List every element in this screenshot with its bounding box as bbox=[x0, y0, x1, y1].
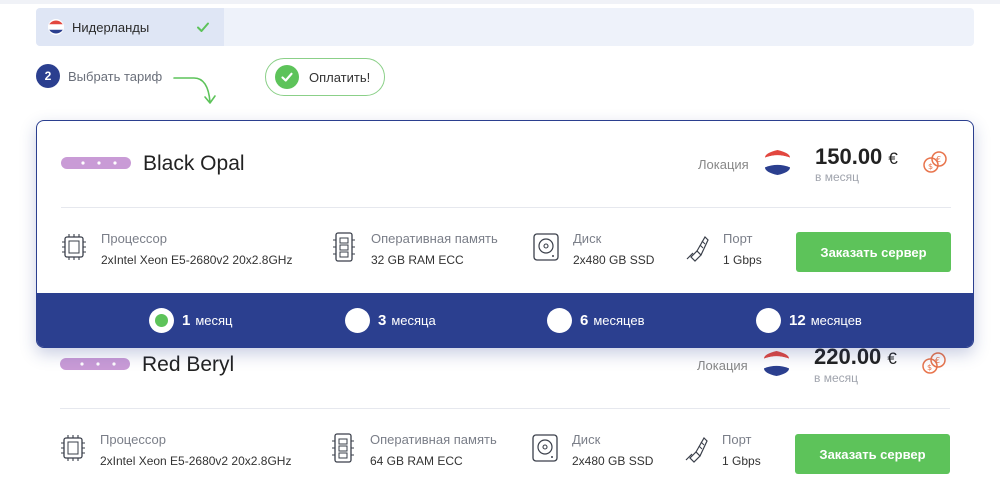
card-divider bbox=[61, 207, 951, 208]
radio-button[interactable] bbox=[547, 307, 572, 333]
term-option-3[interactable]: 3 месяца bbox=[345, 307, 436, 333]
country-chip-netherlands[interactable]: Нидерланды bbox=[36, 8, 224, 46]
netherlands-flag-icon bbox=[764, 149, 791, 176]
svg-text:$: $ bbox=[927, 363, 932, 372]
location-label: Локация bbox=[697, 358, 748, 373]
term-option-1[interactable]: 1 месяц bbox=[149, 307, 233, 333]
cpu-icon bbox=[61, 435, 85, 461]
radio-button[interactable] bbox=[756, 307, 781, 333]
country-name: Нидерланды bbox=[72, 19, 150, 35]
country-bar: Нидерланды bbox=[36, 8, 974, 46]
svg-text:€: € bbox=[936, 155, 941, 164]
netherlands-flag-icon bbox=[763, 350, 790, 377]
radio-selected-dot bbox=[155, 313, 168, 327]
plan-name: Black Opal bbox=[143, 152, 245, 175]
currency-symbol: € bbox=[887, 349, 897, 368]
term-option-12[interactable]: 12 месяцев bbox=[756, 307, 862, 333]
card-divider bbox=[60, 408, 950, 409]
pay-step-button[interactable]: Оплатить! bbox=[265, 58, 385, 96]
curved-arrow-down-icon bbox=[173, 77, 216, 104]
check-icon bbox=[197, 22, 209, 32]
netherlands-flag-icon bbox=[48, 19, 64, 35]
ram-module-icon bbox=[332, 433, 354, 463]
step-number: 2 bbox=[36, 64, 60, 88]
plan-card-black-opal[interactable]: Black Opal Локация 150.00 € в месяц $ € … bbox=[36, 120, 974, 348]
pay-label: Оплатить! bbox=[309, 69, 371, 85]
ram-module-icon bbox=[333, 232, 355, 262]
currency-symbol: € bbox=[888, 149, 898, 168]
radio-button[interactable] bbox=[345, 307, 370, 333]
step-label: Выбрать тариф bbox=[68, 69, 163, 84]
top-divider bbox=[0, 0, 1000, 4]
cpu-icon bbox=[62, 234, 86, 260]
hard-disk-icon bbox=[532, 434, 558, 462]
svg-text:$: $ bbox=[928, 162, 933, 171]
billing-term-bar: 1 месяц 3 месяца 6 месяцев 12 месяцев bbox=[37, 293, 973, 347]
ethernet-port-icon bbox=[686, 236, 709, 262]
order-server-button[interactable]: Заказать сервер bbox=[796, 232, 951, 272]
server-bar-icon bbox=[60, 358, 130, 370]
plan-card-red-beryl[interactable]: Red Beryl Локация 220.00 € в месяц $ € П… bbox=[36, 340, 974, 481]
currency-exchange-icon: $ € bbox=[922, 352, 946, 374]
price-period: в месяц bbox=[815, 170, 860, 184]
price-period: в месяц bbox=[814, 371, 859, 385]
term-option-6[interactable]: 6 месяцев bbox=[547, 307, 645, 333]
plan-price: 150.00 € bbox=[815, 144, 898, 169]
server-bar-icon bbox=[61, 157, 131, 169]
plan-name: Red Beryl bbox=[142, 353, 235, 376]
check-icon bbox=[275, 65, 299, 89]
ethernet-port-icon bbox=[685, 437, 708, 463]
svg-text:€: € bbox=[935, 356, 940, 365]
location-label: Локация bbox=[698, 157, 749, 172]
hard-disk-icon bbox=[533, 233, 559, 261]
order-server-button[interactable]: Заказать сервер bbox=[795, 434, 950, 474]
currency-exchange-icon: $ € bbox=[923, 151, 947, 173]
radio-button[interactable] bbox=[149, 307, 174, 333]
